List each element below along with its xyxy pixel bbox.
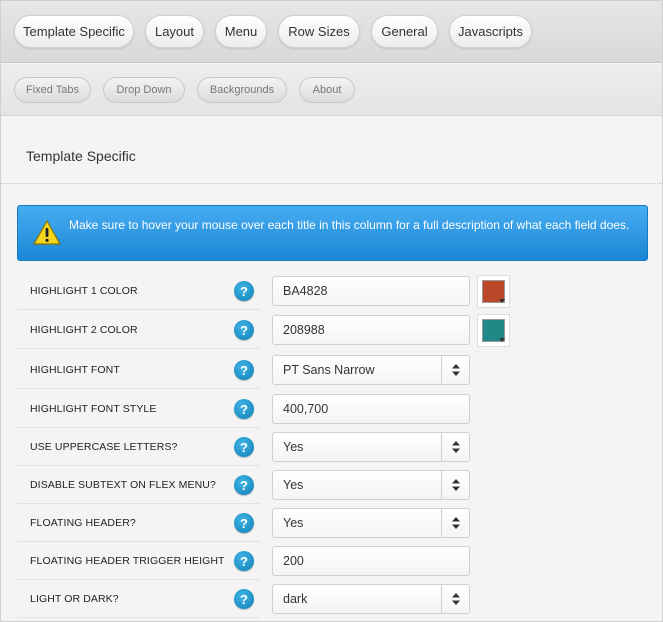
tab-general[interactable]: General bbox=[371, 15, 438, 48]
option-label[interactable]: USE UPPERCASE LETTERS? bbox=[30, 428, 178, 466]
option-row: USE UPPERCASE LETTERS? bbox=[17, 428, 260, 466]
section-divider bbox=[1, 183, 662, 184]
select-arrows-icon bbox=[441, 509, 469, 537]
option-label[interactable]: HIGHLIGHT 1 COLOR bbox=[30, 272, 138, 310]
option-row: FLOATING HEADER TRIGGER HEIGHT bbox=[17, 542, 260, 580]
tab-menu[interactable]: Menu bbox=[215, 15, 267, 48]
select-value: Yes bbox=[283, 516, 304, 530]
option-row: HIGHLIGHT FONT STYLE bbox=[17, 390, 260, 428]
highlight-1-color-input[interactable] bbox=[272, 276, 470, 306]
help-icon[interactable]: ? bbox=[234, 551, 254, 571]
disable-subtext-select[interactable]: Yes bbox=[272, 470, 470, 500]
option-row: FLOATING HEADER? bbox=[17, 504, 260, 542]
highlight-font-select[interactable]: PT Sans Narrow bbox=[272, 355, 470, 385]
tab-javascripts[interactable]: Javascripts bbox=[449, 15, 532, 48]
option-label[interactable]: LIGHT OR DARK? bbox=[30, 580, 119, 618]
select-arrows-icon bbox=[441, 433, 469, 461]
dropdown-triangle-icon bbox=[499, 338, 505, 342]
tab-layout[interactable]: Layout bbox=[145, 15, 204, 48]
tab-about[interactable]: About bbox=[299, 77, 355, 103]
option-row: DISABLE SUBTEXT ON FLEX MENU? bbox=[17, 466, 260, 504]
tab-fixed-tabs[interactable]: Fixed Tabs bbox=[14, 77, 91, 103]
select-arrows-icon bbox=[441, 585, 469, 613]
tab-backgrounds[interactable]: Backgrounds bbox=[197, 77, 287, 103]
select-arrows-icon bbox=[441, 471, 469, 499]
option-label[interactable]: HIGHLIGHT FONT bbox=[30, 351, 120, 389]
help-icon[interactable]: ? bbox=[234, 281, 254, 301]
color-picker-swatch[interactable] bbox=[477, 314, 510, 347]
option-label[interactable]: HIGHLIGHT FONT STYLE bbox=[30, 390, 156, 428]
dropdown-triangle-icon bbox=[499, 299, 505, 303]
select-value: dark bbox=[283, 592, 308, 606]
help-icon[interactable]: ? bbox=[234, 399, 254, 419]
help-icon[interactable]: ? bbox=[234, 475, 254, 495]
select-value: Yes bbox=[283, 440, 304, 454]
option-label[interactable]: FLOATING HEADER TRIGGER HEIGHT bbox=[30, 542, 225, 580]
option-row: HIGHLIGHT 2 COLOR bbox=[17, 311, 260, 349]
help-icon[interactable]: ? bbox=[234, 513, 254, 533]
help-icon[interactable]: ? bbox=[234, 320, 254, 340]
option-label[interactable]: DISABLE SUBTEXT ON FLEX MENU? bbox=[30, 466, 216, 504]
section-title: Template Specific bbox=[26, 148, 136, 164]
option-row: HIGHLIGHT FONT bbox=[17, 351, 260, 389]
notice-message: Make sure to hover your mouse over each … bbox=[69, 218, 630, 232]
tab-row-sizes[interactable]: Row Sizes bbox=[278, 15, 360, 48]
option-label[interactable]: HIGHLIGHT 2 COLOR bbox=[30, 311, 138, 349]
option-row: LIGHT OR DARK? bbox=[17, 580, 260, 618]
color-picker-swatch[interactable] bbox=[477, 275, 510, 308]
tab-drop-down[interactable]: Drop Down bbox=[103, 77, 185, 103]
uppercase-letters-select[interactable]: Yes bbox=[272, 432, 470, 462]
light-or-dark-select[interactable]: dark bbox=[272, 584, 470, 614]
option-label[interactable]: FLOATING HEADER? bbox=[30, 504, 136, 542]
help-icon[interactable]: ? bbox=[234, 589, 254, 609]
tab-template-specific[interactable]: Template Specific bbox=[14, 15, 134, 48]
info-notice: Make sure to hover your mouse over each … bbox=[17, 205, 648, 261]
main-tab-bar: Template Specific Layout Menu Row Sizes … bbox=[1, 1, 662, 63]
sub-tab-bar: Fixed Tabs Drop Down Backgrounds About bbox=[1, 64, 662, 116]
option-row: HIGHLIGHT 1 COLOR bbox=[17, 272, 260, 310]
select-value: PT Sans Narrow bbox=[283, 363, 375, 377]
highlight-2-color-input[interactable] bbox=[272, 315, 470, 345]
warning-icon bbox=[32, 219, 62, 247]
select-arrows-icon bbox=[441, 356, 469, 384]
highlight-font-style-input[interactable] bbox=[272, 394, 470, 424]
floating-header-select[interactable]: Yes bbox=[272, 508, 470, 538]
help-icon[interactable]: ? bbox=[234, 437, 254, 457]
help-icon[interactable]: ? bbox=[234, 360, 254, 380]
floating-header-trigger-height-input[interactable] bbox=[272, 546, 470, 576]
select-value: Yes bbox=[283, 478, 304, 492]
